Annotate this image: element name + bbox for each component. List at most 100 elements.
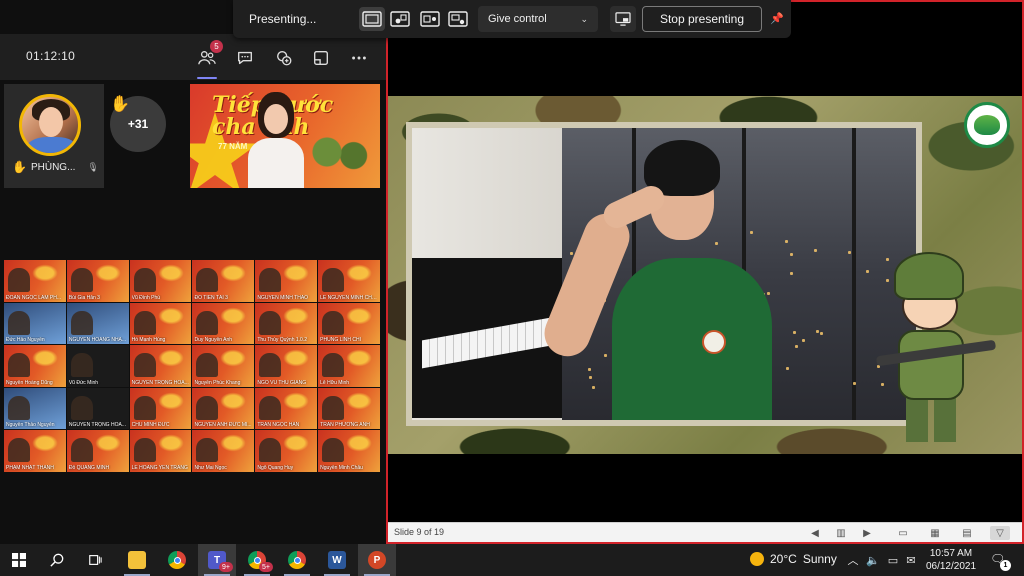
participant-name: LÊ HOÀNG YẾN TRANG xyxy=(131,464,188,471)
slideshow-view-icon[interactable]: ▽ xyxy=(990,526,1010,540)
participant-video-tile[interactable]: Duy Nguyễn Anh xyxy=(192,302,255,345)
people-button[interactable]: 5 xyxy=(193,40,223,79)
give-control-label: Give control xyxy=(488,13,547,25)
powerpoint-button[interactable]: P xyxy=(358,544,396,576)
file-explorer-icon xyxy=(128,551,146,569)
weather-widget[interactable]: 20°C Sunny xyxy=(750,552,837,566)
participant-name: PHÙNG... xyxy=(30,161,76,173)
participant-name: Nguyễn Hoàng Dũng xyxy=(6,379,53,386)
chrome-window-button[interactable] xyxy=(278,544,316,576)
pin-icon[interactable]: 📌 xyxy=(769,10,785,26)
participant-video-tile[interactable]: Vũ Đức Minh xyxy=(66,345,129,387)
participant-name: NGUYỄN HOÀNG NHẬ... xyxy=(68,337,127,344)
participant-video-tile[interactable]: NGUYỄN TRỌNG HOÀ... xyxy=(129,345,192,387)
layout-content-only-button[interactable] xyxy=(359,7,385,31)
participant-video-tile[interactable]: Đức Hảo Nguyễn xyxy=(4,302,66,345)
side-by-side-icon xyxy=(420,11,440,27)
people-count-badge: 5 xyxy=(210,40,223,53)
chrome-button[interactable] xyxy=(158,544,196,576)
share-tray-button[interactable] xyxy=(610,6,636,32)
search-button[interactable] xyxy=(38,544,76,576)
participant-video-tile[interactable]: PHẠM NHẬT THÀNH xyxy=(4,430,66,472)
participant-name: Đức Hảo Nguyễn xyxy=(6,337,45,344)
volume-icon[interactable]: 🔈 xyxy=(866,553,880,567)
participant-video-tile[interactable]: Như Mai Ngọc xyxy=(192,430,255,472)
more-actions-button[interactable] xyxy=(345,44,373,72)
task-view-button[interactable] xyxy=(76,544,114,576)
participant-video-tile[interactable]: Hồ Mạnh Hùng xyxy=(129,302,192,345)
system-clock[interactable]: 10:57 AM 06/12/2021 xyxy=(922,547,980,573)
battery-icon[interactable]: ▭ xyxy=(886,553,900,567)
participant-video-tile[interactable]: Bùi Gia Hân 3 xyxy=(66,260,129,302)
language-icon[interactable]: ✉ xyxy=(904,553,918,567)
participant-video-tile[interactable]: Thu Thủy Quỳnh 1.0.2 xyxy=(255,302,318,345)
participant-video-tile[interactable]: ĐOÀN NGỌC LÂM PH... xyxy=(4,260,66,302)
chat-button[interactable] xyxy=(231,44,259,72)
slide-photo xyxy=(412,128,916,420)
participant-video-tile[interactable]: ĐỖ TIẾN TÀI 3 xyxy=(192,260,255,302)
desktop: 01:12:10 5 ✋ PHÙNG... 🎙 +31 ✋ Tiếp bước … xyxy=(0,0,1024,576)
participant-video-tile[interactable]: Nguyễn Hoàng Dũng xyxy=(4,345,66,387)
presenter-video-tile[interactable]: Tiếp bước cha anh 77 NĂM xyxy=(190,84,380,188)
give-control-dropdown[interactable]: Give control ⌄ xyxy=(478,6,598,32)
file-explorer-button[interactable] xyxy=(118,544,156,576)
task-view-icon xyxy=(89,555,102,565)
layout-standout-button[interactable] xyxy=(387,7,413,31)
notification-center-button[interactable]: 🗨 1 xyxy=(990,552,1011,571)
reading-view-icon[interactable]: ▤ xyxy=(960,526,974,540)
slide-sorter-icon[interactable]: ▥ xyxy=(834,526,848,540)
participant-video-tile[interactable]: NGUYỄN ANH ĐỨC MI... xyxy=(192,387,255,430)
participant-name: CHU MINH ĐỨC xyxy=(131,422,170,429)
breakout-rooms-icon xyxy=(314,51,328,65)
participant-video-tile[interactable]: Nguyễn Minh Châu xyxy=(318,430,380,472)
participant-video-tile[interactable]: Nguyễn Phúc Khang xyxy=(192,345,255,387)
participant-name: Nguyễn Minh Châu xyxy=(320,464,363,471)
participant-video-tile[interactable]: NGUYỄN MINH THẢO xyxy=(255,260,318,302)
sun-icon xyxy=(750,552,764,566)
grid-view-icon[interactable]: ▦ xyxy=(928,526,942,540)
previous-slide-icon[interactable]: ◀ xyxy=(808,526,822,540)
next-slide-icon[interactable]: ▶ xyxy=(860,526,874,540)
participant-video-tile[interactable]: NGUYỄN HOÀNG NHẬ... xyxy=(66,302,129,345)
participant-name: ĐOÀN NGỌC LÂM PH... xyxy=(6,294,62,301)
reactions-icon xyxy=(277,51,292,66)
participant-name: TRẦN PHƯƠNG ANH xyxy=(320,422,370,429)
start-button[interactable] xyxy=(0,544,38,576)
chevron-up-icon[interactable]: ︿ xyxy=(846,553,860,567)
participant-name: NGUYỄN MINH THẢO xyxy=(257,294,309,301)
raised-hand-icon: ✋ xyxy=(110,96,130,113)
reactions-button[interactable] xyxy=(270,44,298,72)
participant-video-tile[interactable]: NGÔ VŨ THU GIANG xyxy=(255,345,318,387)
participant-video-tile[interactable]: CHU MINH ĐỨC xyxy=(129,387,192,430)
slideshow-status-bar: Slide 9 of 19 ◀ ▥ ▶ ▭ ▦ ▤ ▽ xyxy=(388,522,1022,542)
participant-name: LÊ NGUYỄN MINH CHÂU xyxy=(320,294,378,301)
participant-name: NGÔ VŨ THU GIANG xyxy=(257,379,307,386)
participant-video-tile[interactable]: NGUYỄN TRỌNG HOÀ... xyxy=(66,387,129,430)
chrome-profile-button[interactable]: 5+ xyxy=(238,544,276,576)
participant-video-tile[interactable]: LÊ NGUYỄN MINH CHÂU xyxy=(318,260,380,302)
participant-video-tile[interactable]: LÊ HOÀNG YẾN TRANG xyxy=(129,430,192,472)
normal-view-icon[interactable]: ▭ xyxy=(896,526,910,540)
teams-taskbar-button[interactable]: T 9+ xyxy=(198,544,236,576)
layout-reporter-button[interactable] xyxy=(445,7,471,31)
rooms-button[interactable] xyxy=(307,44,335,72)
participant-video-tile[interactable]: Đỗ QUANG MINH xyxy=(66,430,129,472)
participant-video-tile[interactable]: Ngô Quang Huy xyxy=(255,430,318,472)
photo-piano xyxy=(412,258,562,418)
teams-meeting-panel: 01:12:10 5 ✋ PHÙNG... 🎙 +31 ✋ Tiếp bước … xyxy=(0,0,386,544)
participant-video-tile[interactable]: PHÙNG LINH CHI xyxy=(318,302,380,345)
active-indicator xyxy=(197,77,217,79)
participant-video-tile[interactable]: TRẦN PHƯƠNG ANH xyxy=(318,387,380,430)
participant-tile-featured[interactable]: ✋ PHÙNG... 🎙 xyxy=(4,84,104,188)
word-button[interactable]: W xyxy=(318,544,356,576)
overflow-participants-tile[interactable]: +31 ✋ xyxy=(104,84,188,188)
layout-side-by-side-button[interactable] xyxy=(417,7,443,31)
participant-name: Vũ Đình Phú xyxy=(131,294,161,301)
participant-video-tile[interactable]: Nguyễn Thảo Nguyên xyxy=(4,387,66,430)
participant-name: Như Mai Ngọc xyxy=(194,464,227,471)
participant-video-tile[interactable]: Vũ Đình Phú xyxy=(129,260,192,302)
participant-video-tile[interactable]: Lê Hữu Minh xyxy=(318,345,380,387)
participant-video-tile[interactable]: TRẦN NGỌC HÀN xyxy=(255,387,318,430)
stop-presenting-button[interactable]: Stop presenting xyxy=(642,6,762,32)
chrome-icon xyxy=(288,551,306,569)
